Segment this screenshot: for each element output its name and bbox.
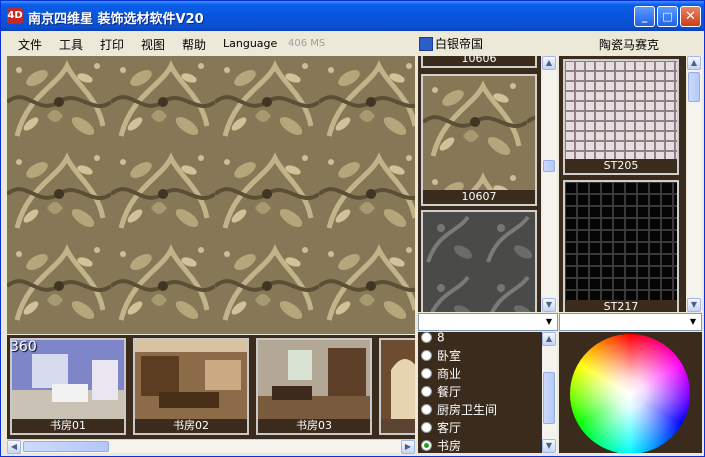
radio-list-vertical-scrollbar[interactable]: ▲ ▼ bbox=[542, 332, 557, 453]
menu-tools[interactable]: 工具 bbox=[59, 36, 83, 53]
swatch-code: 10606 bbox=[423, 56, 535, 66]
radio-label: 餐厅 bbox=[437, 385, 462, 399]
material-swatch-list-right: ST205 ST217 bbox=[559, 56, 686, 312]
menu-bar: 文件 工具 打印 视图 帮助 Language 406 MS 白银帝国 陶瓷马赛… bbox=[1, 31, 704, 55]
room-thumbnail-strip: 书房01 书房02 书房03 bbox=[7, 335, 415, 439]
thumbnail-horizontal-scrollbar[interactable]: ◀ ▶ bbox=[7, 439, 415, 454]
scroll-up-button[interactable]: ▲ bbox=[542, 56, 556, 70]
menu-help[interactable]: 帮助 bbox=[182, 36, 206, 53]
scroll-down-button[interactable]: ▼ bbox=[542, 439, 556, 453]
radio-label: 卧室 bbox=[437, 349, 462, 363]
render-time-status: 406 MS bbox=[288, 38, 326, 49]
swatch-code: ST217 bbox=[565, 300, 677, 312]
swatch-st205[interactable]: ST205 bbox=[563, 59, 679, 175]
app-window: 4D 南京四维星 装饰选材软件V20 _ □ ✕ 文件 工具 打印 视图 帮助 … bbox=[0, 0, 705, 457]
radio-label: 厨房卫生间 bbox=[437, 403, 498, 417]
radio-label: 客厅 bbox=[437, 421, 462, 435]
close-button[interactable]: ✕ bbox=[680, 6, 701, 27]
scroll-down-button[interactable]: ▼ bbox=[542, 298, 556, 312]
right-category-dropdown[interactable]: ▼ bbox=[559, 313, 702, 331]
minimize-button[interactable]: _ bbox=[634, 6, 655, 27]
scroll-thumb[interactable] bbox=[688, 72, 700, 102]
dropdown-arrow-icon[interactable]: ▼ bbox=[542, 315, 556, 329]
radio-button[interactable] bbox=[421, 368, 432, 379]
room-photo-03 bbox=[258, 340, 370, 419]
brand-color-icon bbox=[419, 36, 433, 51]
swatch-code: 10607 bbox=[423, 190, 535, 204]
radio-option-kitchen-bath[interactable]: 厨房卫生间 bbox=[421, 401, 497, 418]
brand-category-left-label: 白银帝国 bbox=[435, 37, 484, 51]
radio-button[interactable] bbox=[421, 350, 432, 361]
swatch-10607[interactable]: 10607 bbox=[421, 74, 537, 206]
brand-category-right[interactable]: 陶瓷马赛克 bbox=[599, 36, 659, 53]
radio-option-commercial[interactable]: 商业 bbox=[421, 365, 461, 382]
radio-button[interactable] bbox=[421, 332, 432, 343]
title-bar[interactable]: 4D 南京四维星 装饰选材软件V20 _ □ ✕ bbox=[1, 1, 704, 31]
swatch-st217[interactable]: ST217 bbox=[563, 180, 679, 312]
left-category-dropdown[interactable]: ▼ bbox=[418, 313, 558, 331]
room-thumb-label: 书房03 bbox=[258, 419, 370, 433]
scroll-up-button[interactable]: ▲ bbox=[687, 56, 701, 70]
scroll-thumb[interactable] bbox=[23, 441, 109, 452]
scroll-thumb[interactable] bbox=[543, 160, 555, 172]
room-thumb-label: 书房01 bbox=[12, 419, 124, 433]
window-title: 南京四维星 装饰选材软件V20 bbox=[28, 12, 204, 27]
swatch-10606[interactable]: 10606 bbox=[421, 56, 537, 68]
color-wheel[interactable] bbox=[570, 334, 690, 453]
damask-texture-image bbox=[7, 56, 415, 334]
room-photo-04 bbox=[381, 340, 415, 419]
menu-view[interactable]: 视图 bbox=[141, 36, 165, 53]
brand-category-left[interactable]: 白银帝国 bbox=[419, 35, 483, 52]
room-thumb-label: 书房02 bbox=[135, 419, 247, 433]
radio-option-study[interactable]: 书房 bbox=[421, 437, 461, 453]
menu-language[interactable]: Language bbox=[223, 37, 277, 50]
radio-button[interactable] bbox=[421, 422, 432, 433]
swatch-left-vertical-scrollbar[interactable]: ▲ ▼ bbox=[542, 56, 557, 312]
room-thumb-study-03[interactable]: 书房03 bbox=[256, 338, 372, 435]
swatch-texture-10607 bbox=[423, 76, 535, 190]
mosaic-tile-st205 bbox=[565, 61, 677, 161]
texture-preview[interactable] bbox=[7, 56, 415, 334]
room-thumb-study-04[interactable] bbox=[379, 338, 415, 435]
swatch-dark-damask[interactable] bbox=[421, 210, 537, 312]
swatch-texture-dark bbox=[423, 212, 535, 312]
scroll-thumb[interactable] bbox=[543, 372, 555, 424]
color-picker-panel bbox=[559, 332, 702, 453]
mosaic-tile-st217 bbox=[565, 182, 677, 302]
scroll-right-button[interactable]: ▶ bbox=[401, 440, 415, 454]
scroll-left-button[interactable]: ◀ bbox=[7, 440, 21, 454]
swatch-right-vertical-scrollbar[interactable]: ▲ ▼ bbox=[687, 56, 702, 312]
app-logo-icon: 4D bbox=[7, 8, 23, 24]
material-swatch-list-left: 10606 10607 bbox=[418, 56, 541, 312]
maximize-button[interactable]: □ bbox=[657, 6, 678, 27]
menu-print[interactable]: 打印 bbox=[100, 36, 124, 53]
radio-option-8[interactable]: 8 bbox=[421, 332, 445, 347]
dropdown-arrow-icon[interactable]: ▼ bbox=[686, 315, 700, 329]
menu-file[interactable]: 文件 bbox=[18, 36, 42, 53]
panorama-360-badge: 360 bbox=[10, 339, 37, 355]
swatch-code: ST205 bbox=[565, 159, 677, 173]
radio-label: 商业 bbox=[437, 367, 462, 381]
scroll-down-button[interactable]: ▼ bbox=[687, 298, 701, 312]
room-photo-02 bbox=[135, 340, 247, 419]
room-thumb-study-02[interactable]: 书房02 bbox=[133, 338, 249, 435]
scroll-up-button[interactable]: ▲ bbox=[542, 332, 556, 346]
radio-option-dining[interactable]: 餐厅 bbox=[421, 383, 461, 400]
radio-option-living[interactable]: 客厅 bbox=[421, 419, 461, 436]
radio-option-bedroom[interactable]: 卧室 bbox=[421, 347, 461, 364]
radio-button[interactable] bbox=[421, 386, 432, 397]
room-type-radio-list: 8 卧室 商业 餐厅 厨房卫生间 客厅 书房 bbox=[418, 332, 542, 453]
radio-label: 书房 bbox=[437, 439, 462, 453]
radio-button-selected[interactable] bbox=[421, 440, 432, 451]
radio-label: 8 bbox=[437, 332, 445, 345]
radio-button[interactable] bbox=[421, 404, 432, 415]
